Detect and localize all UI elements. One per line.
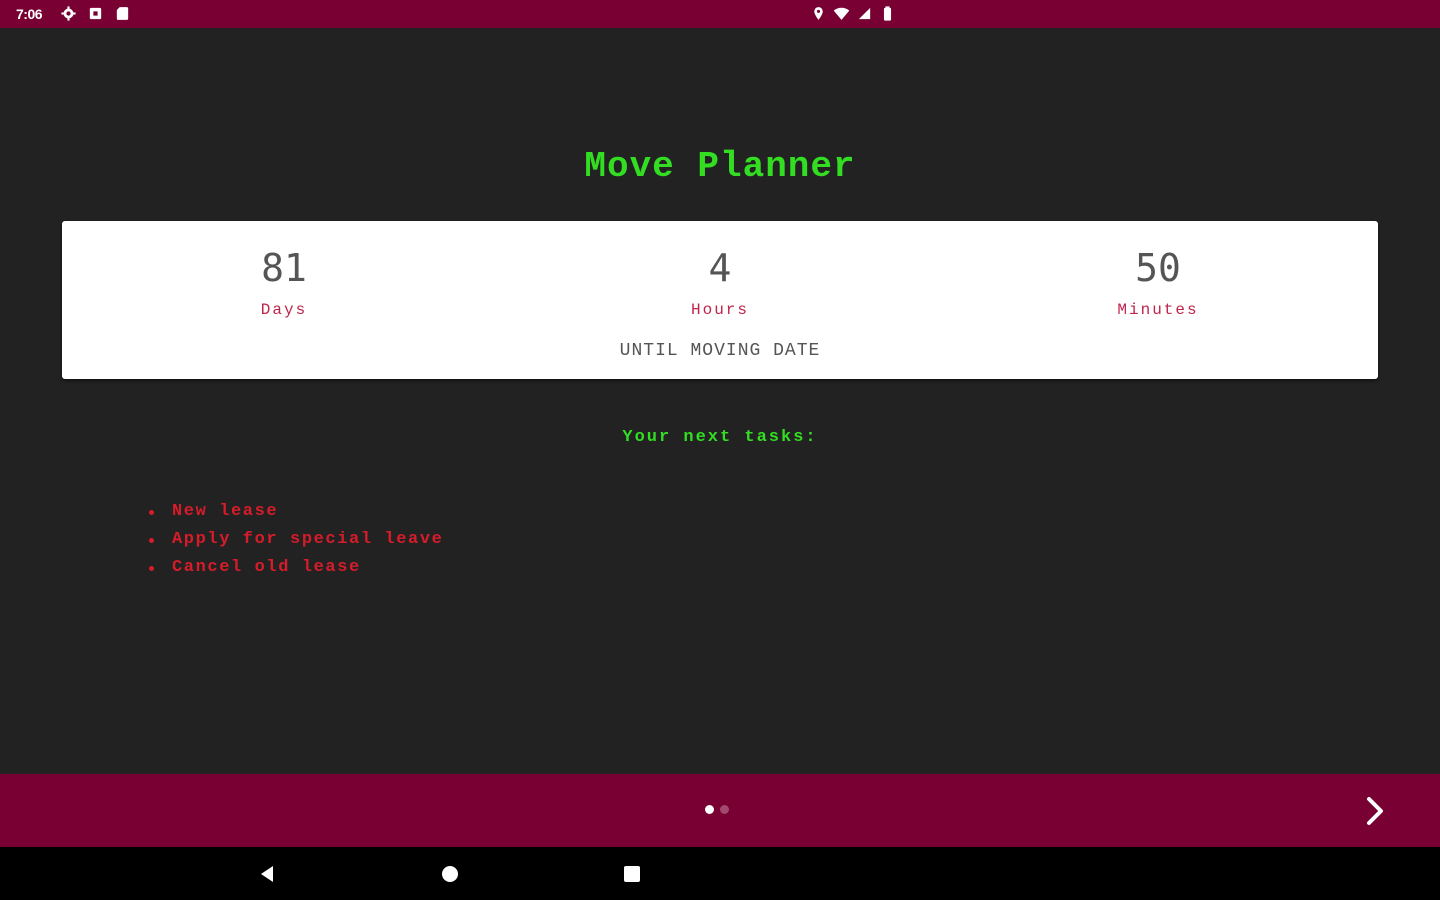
days-value: 81 [261,246,307,290]
countdown-caption: UNTIL MOVING DATE [619,341,821,361]
system-nav-bar [0,847,1440,900]
countdown-hours: 4 Hours [570,245,870,319]
sd-card-icon [114,5,131,22]
home-button[interactable] [435,859,465,889]
media-icon [87,5,104,22]
days-label: Days [260,301,308,319]
recents-icon [624,866,640,882]
hours-label: Hours [690,301,749,319]
minutes-value: 50 [1135,246,1181,290]
task-list: New lease Apply for special leave Cancel… [146,498,443,582]
page-indicator [705,805,729,814]
hours-value: 4 [708,246,732,290]
task-item[interactable]: New lease [146,498,443,526]
task-label: New lease [172,502,279,521]
settings-icon [60,5,77,22]
location-icon [810,5,827,22]
page-title: Move Planner [584,146,856,187]
bullet-icon [149,510,154,515]
next-tasks-heading: Your next tasks: [622,428,818,447]
wifi-icon [833,5,850,22]
countdown-days: 81 Days [134,245,434,319]
countdown-card: 81 Days 4 Hours 50 Minutes UNTIL MOVING … [62,221,1378,379]
recents-button[interactable] [617,859,647,889]
minutes-label: Minutes [1117,301,1199,319]
back-button[interactable] [252,859,282,889]
signal-icon [856,5,873,22]
page-dot[interactable] [720,805,729,814]
task-label: Cancel old lease [172,558,361,577]
status-bar: 7:06 [0,0,1440,28]
task-item[interactable]: Apply for special leave [146,526,443,554]
back-icon [261,866,273,882]
next-button[interactable] [1352,788,1398,834]
home-icon [442,866,458,882]
countdown-minutes: 50 Minutes [1008,245,1308,319]
pager-bar [0,774,1440,847]
task-label: Apply for special leave [172,530,444,549]
bullet-icon [149,538,154,543]
status-right-icons [810,5,896,22]
chevron-right-icon [1367,797,1383,825]
battery-icon [879,5,896,22]
page-dot-active[interactable] [705,805,714,814]
main-content: Move Planner 81 Days 4 Hours 50 Minutes … [0,28,1440,774]
bullet-icon [149,566,154,571]
status-left-icons [60,5,131,22]
task-item[interactable]: Cancel old lease [146,554,443,582]
status-time: 7:06 [16,6,43,22]
